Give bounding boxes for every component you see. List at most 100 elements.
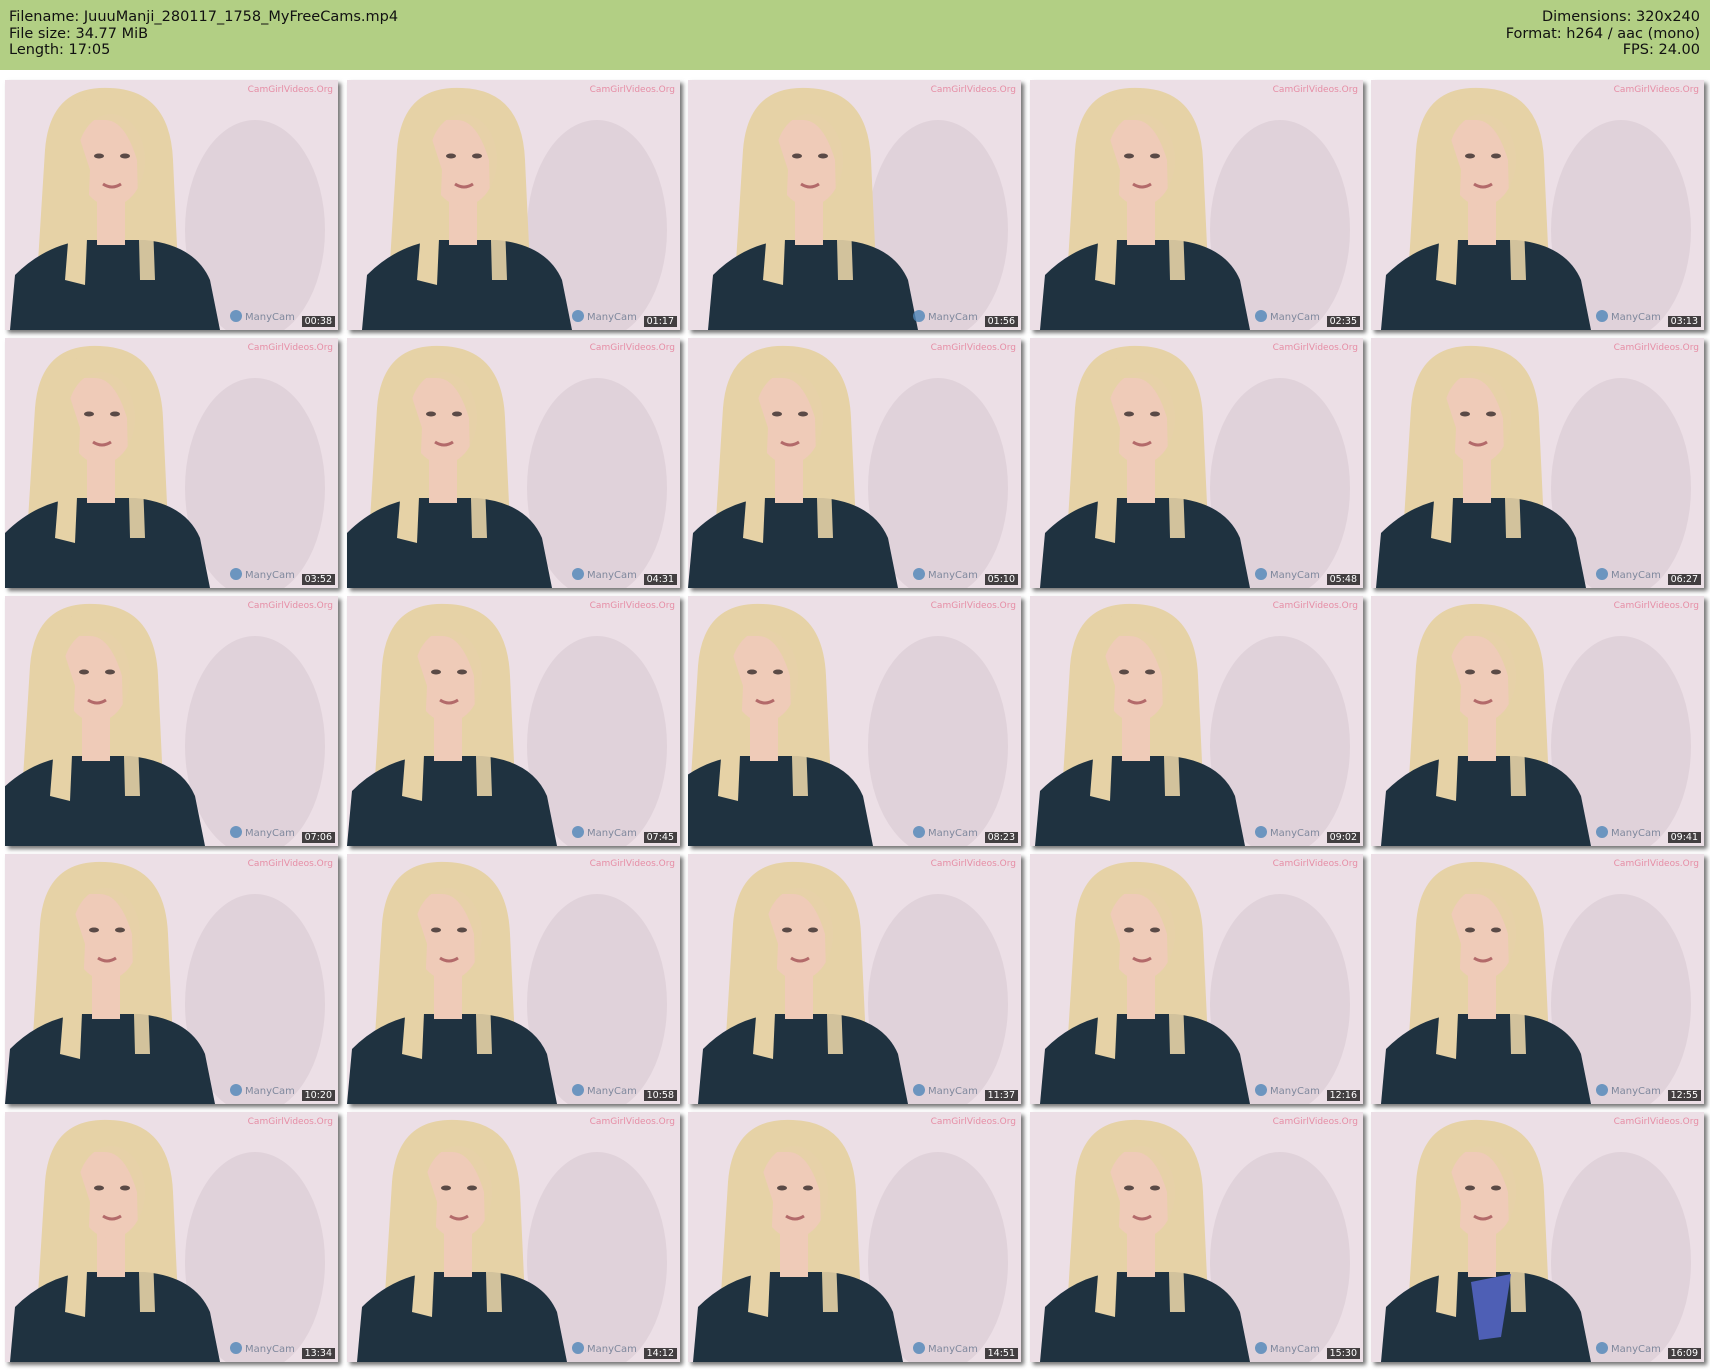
svg-text:ManyCam: ManyCam [928, 828, 978, 839]
svg-text:ManyCam: ManyCam [587, 828, 637, 839]
svg-text:CamGirlVideos.Org: CamGirlVideos.Org [1273, 1117, 1358, 1127]
frame-image: CamGirlVideos.Org ManyCam [1030, 596, 1363, 846]
timestamp-label: 04:31 [643, 574, 677, 585]
timestamp-label: 01:56 [984, 316, 1018, 327]
video-thumbnail: CamGirlVideos.Org ManyCam 03:13 [1371, 80, 1704, 330]
info-header: Filename: JuuuManji_280117_1758_MyFreeCa… [0, 0, 1710, 70]
svg-text:ManyCam: ManyCam [928, 1086, 978, 1097]
frame-image: CamGirlVideos.Org ManyCam [1371, 1112, 1704, 1362]
video-thumbnail: CamGirlVideos.Org ManyCam 01:17 [347, 80, 680, 330]
video-thumbnail: CamGirlVideos.Org ManyCam 14:12 [347, 1112, 680, 1362]
svg-text:ManyCam: ManyCam [245, 570, 295, 581]
svg-text:ManyCam: ManyCam [928, 570, 978, 581]
svg-text:CamGirlVideos.Org: CamGirlVideos.Org [1273, 343, 1358, 353]
fps-line: FPS: 24.00 [1622, 42, 1700, 58]
video-thumbnail: CamGirlVideos.Org ManyCam 09:02 [1030, 596, 1363, 846]
frame-image: CamGirlVideos.Org ManyCam [5, 338, 338, 588]
timestamp-label: 01:17 [643, 316, 677, 327]
length-line: Length: 17:05 [9, 42, 111, 58]
svg-text:ManyCam: ManyCam [928, 1344, 978, 1355]
svg-text:CamGirlVideos.Org: CamGirlVideos.Org [1614, 859, 1699, 869]
svg-text:ManyCam: ManyCam [1270, 1086, 1320, 1097]
timestamp-label: 05:48 [1326, 574, 1360, 585]
svg-text:CamGirlVideos.Org: CamGirlVideos.Org [1614, 343, 1699, 353]
svg-text:ManyCam: ManyCam [1611, 312, 1661, 323]
svg-text:ManyCam: ManyCam [928, 312, 978, 323]
svg-text:ManyCam: ManyCam [1270, 828, 1320, 839]
svg-text:ManyCam: ManyCam [1270, 570, 1320, 581]
svg-text:ManyCam: ManyCam [1611, 1086, 1661, 1097]
svg-text:ManyCam: ManyCam [1611, 1344, 1661, 1355]
svg-text:CamGirlVideos.Org: CamGirlVideos.Org [248, 343, 333, 353]
timestamp-label: 10:58 [643, 1090, 677, 1101]
file-info: Filename: JuuuManji_280117_1758_MyFreeCa… [9, 9, 398, 59]
video-thumbnail: CamGirlVideos.Org ManyCam 05:10 [688, 338, 1021, 588]
svg-text:CamGirlVideos.Org: CamGirlVideos.Org [1273, 85, 1358, 95]
video-thumbnail: CamGirlVideos.Org ManyCam 08:23 [688, 596, 1021, 846]
frame-image: CamGirlVideos.Org ManyCam [688, 1112, 1021, 1362]
svg-text:ManyCam: ManyCam [1270, 1344, 1320, 1355]
frame-image: CamGirlVideos.Org ManyCam [347, 1112, 680, 1362]
video-thumbnail: CamGirlVideos.Org ManyCam 16:09 [1371, 1112, 1704, 1362]
svg-text:ManyCam: ManyCam [1611, 828, 1661, 839]
frame-image: CamGirlVideos.Org ManyCam [5, 1112, 338, 1362]
timestamp-label: 12:16 [1326, 1090, 1360, 1101]
video-thumbnail: CamGirlVideos.Org ManyCam 03:52 [5, 338, 338, 588]
dimensions-line: Dimensions: 320x240 [1541, 9, 1700, 25]
svg-text:CamGirlVideos.Org: CamGirlVideos.Org [931, 601, 1016, 611]
filesize-line: File size: 34.77 MiB [9, 25, 149, 42]
svg-text:CamGirlVideos.Org: CamGirlVideos.Org [590, 85, 675, 95]
video-thumbnail: CamGirlVideos.Org ManyCam 05:48 [1030, 338, 1363, 588]
svg-text:CamGirlVideos.Org: CamGirlVideos.Org [931, 859, 1016, 869]
timestamp-label: 05:10 [984, 574, 1018, 585]
frame-image: CamGirlVideos.Org ManyCam [5, 80, 338, 330]
svg-text:ManyCam: ManyCam [587, 1344, 637, 1355]
frame-image: CamGirlVideos.Org ManyCam [1371, 80, 1704, 330]
frame-image: CamGirlVideos.Org ManyCam [1030, 80, 1363, 330]
format-line: Format: h264 / aac (mono) [1505, 25, 1700, 42]
timestamp-label: 09:02 [1326, 832, 1360, 843]
video-thumbnail: CamGirlVideos.Org ManyCam 13:34 [5, 1112, 338, 1362]
video-thumbnail: CamGirlVideos.Org ManyCam 00:38 [5, 80, 338, 330]
svg-text:CamGirlVideos.Org: CamGirlVideos.Org [590, 601, 675, 611]
video-thumbnail: CamGirlVideos.Org ManyCam 01:56 [688, 80, 1021, 330]
timestamp-label: 14:12 [643, 1348, 677, 1359]
svg-text:CamGirlVideos.Org: CamGirlVideos.Org [931, 343, 1016, 353]
frame-image: CamGirlVideos.Org ManyCam [1371, 596, 1704, 846]
svg-text:ManyCam: ManyCam [1611, 570, 1661, 581]
svg-text:ManyCam: ManyCam [587, 312, 637, 323]
svg-text:ManyCam: ManyCam [245, 828, 295, 839]
svg-text:CamGirlVideos.Org: CamGirlVideos.Org [1273, 601, 1358, 611]
timestamp-label: 09:41 [1667, 832, 1701, 843]
frame-image: CamGirlVideos.Org ManyCam [688, 338, 1021, 588]
frame-image: CamGirlVideos.Org ManyCam [688, 596, 1021, 846]
filename-line: Filename: JuuuManji_280117_1758_MyFreeCa… [9, 9, 399, 25]
timestamp-label: 16:09 [1667, 1348, 1701, 1359]
svg-text:CamGirlVideos.Org: CamGirlVideos.Org [1614, 601, 1699, 611]
video-thumbnail: CamGirlVideos.Org ManyCam 02:35 [1030, 80, 1363, 330]
timestamp-label: 11:37 [984, 1090, 1018, 1101]
frame-image: CamGirlVideos.Org ManyCam [688, 854, 1021, 1104]
frame-image: CamGirlVideos.Org ManyCam [347, 596, 680, 846]
frame-image: CamGirlVideos.Org ManyCam [1030, 1112, 1363, 1362]
frame-image: CamGirlVideos.Org ManyCam [347, 854, 680, 1104]
timestamp-label: 10:20 [301, 1090, 335, 1101]
svg-text:ManyCam: ManyCam [245, 1086, 295, 1097]
frame-image: CamGirlVideos.Org ManyCam [1030, 854, 1363, 1104]
svg-text:CamGirlVideos.Org: CamGirlVideos.Org [590, 343, 675, 353]
svg-text:CamGirlVideos.Org: CamGirlVideos.Org [248, 1117, 333, 1127]
video-thumbnail: CamGirlVideos.Org ManyCam 09:41 [1371, 596, 1704, 846]
video-thumbnail: CamGirlVideos.Org ManyCam 07:45 [347, 596, 680, 846]
timestamp-label: 02:35 [1326, 316, 1360, 327]
svg-text:CamGirlVideos.Org: CamGirlVideos.Org [931, 85, 1016, 95]
svg-text:CamGirlVideos.Org: CamGirlVideos.Org [1614, 1117, 1699, 1127]
video-thumbnail: CamGirlVideos.Org ManyCam 06:27 [1371, 338, 1704, 588]
frame-image: CamGirlVideos.Org ManyCam [1030, 338, 1363, 588]
timestamp-label: 03:13 [1667, 316, 1701, 327]
timestamp-label: 08:23 [984, 832, 1018, 843]
video-thumbnail: CamGirlVideos.Org ManyCam 07:06 [5, 596, 338, 846]
svg-text:CamGirlVideos.Org: CamGirlVideos.Org [1614, 85, 1699, 95]
frame-image: CamGirlVideos.Org ManyCam [5, 596, 338, 846]
svg-text:ManyCam: ManyCam [245, 1344, 295, 1355]
video-thumbnail: CamGirlVideos.Org ManyCam 15:30 [1030, 1112, 1363, 1362]
